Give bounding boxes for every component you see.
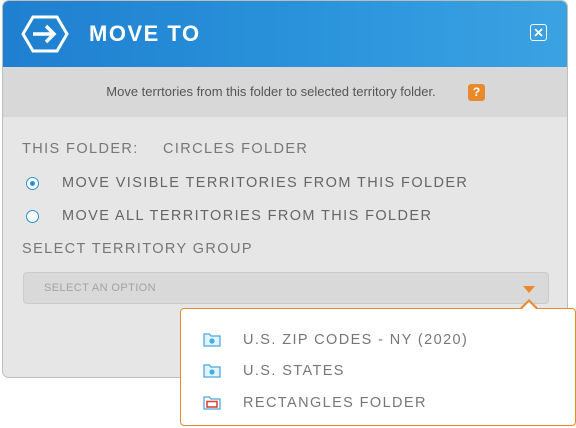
info-band: Move terrtories from this folder to sele… — [3, 67, 567, 117]
chevron-down-icon[interactable] — [523, 286, 535, 293]
dropdown-option-rectangles-folder[interactable]: RECTANGLES FOLDER — [181, 389, 575, 417]
folder-icon — [203, 396, 221, 410]
folder-icon — [203, 333, 221, 347]
select-placeholder: SELECT AN OPTION — [44, 282, 156, 294]
help-button[interactable]: ? — [468, 84, 485, 101]
territory-group-select[interactable]: SELECT AN OPTION — [23, 272, 549, 304]
radio-move-visible[interactable] — [26, 177, 39, 190]
radio-move-all[interactable] — [26, 210, 39, 223]
dropdown-option-label: U.S. STATES — [243, 363, 345, 379]
folder-icon — [203, 364, 221, 378]
dropdown-option-zip-codes[interactable]: U.S. ZIP CODES - NY (2020) — [181, 326, 575, 354]
close-icon[interactable] — [533, 27, 544, 38]
radio-move-visible-label[interactable]: MOVE VISIBLE TERRITORIES FROM THIS FOLDE… — [62, 175, 468, 191]
dropdown-option-us-states[interactable]: U.S. STATES — [181, 357, 575, 385]
this-folder-label: THIS FOLDER: — [22, 141, 139, 157]
territory-group-label: SELECT TERRITORY GROUP — [22, 241, 253, 257]
close-button[interactable] — [530, 24, 547, 41]
territory-group-dropdown: U.S. ZIP CODES - NY (2020) U.S. STATES R… — [180, 299, 576, 426]
this-folder-name: CIRCLES FOLDER — [163, 141, 309, 157]
dropdown-pointer-fill — [521, 302, 537, 310]
radio-move-all-label[interactable]: MOVE ALL TERRITORIES FROM THIS FOLDER — [62, 208, 432, 224]
dialog-header: MOVE TO — [3, 1, 567, 67]
dropdown-option-label: U.S. ZIP CODES - NY (2020) — [243, 332, 469, 348]
dropdown-option-label: RECTANGLES FOLDER — [243, 395, 427, 411]
dialog-title: MOVE TO — [89, 21, 201, 46]
move-arrow-icon — [21, 15, 69, 53]
